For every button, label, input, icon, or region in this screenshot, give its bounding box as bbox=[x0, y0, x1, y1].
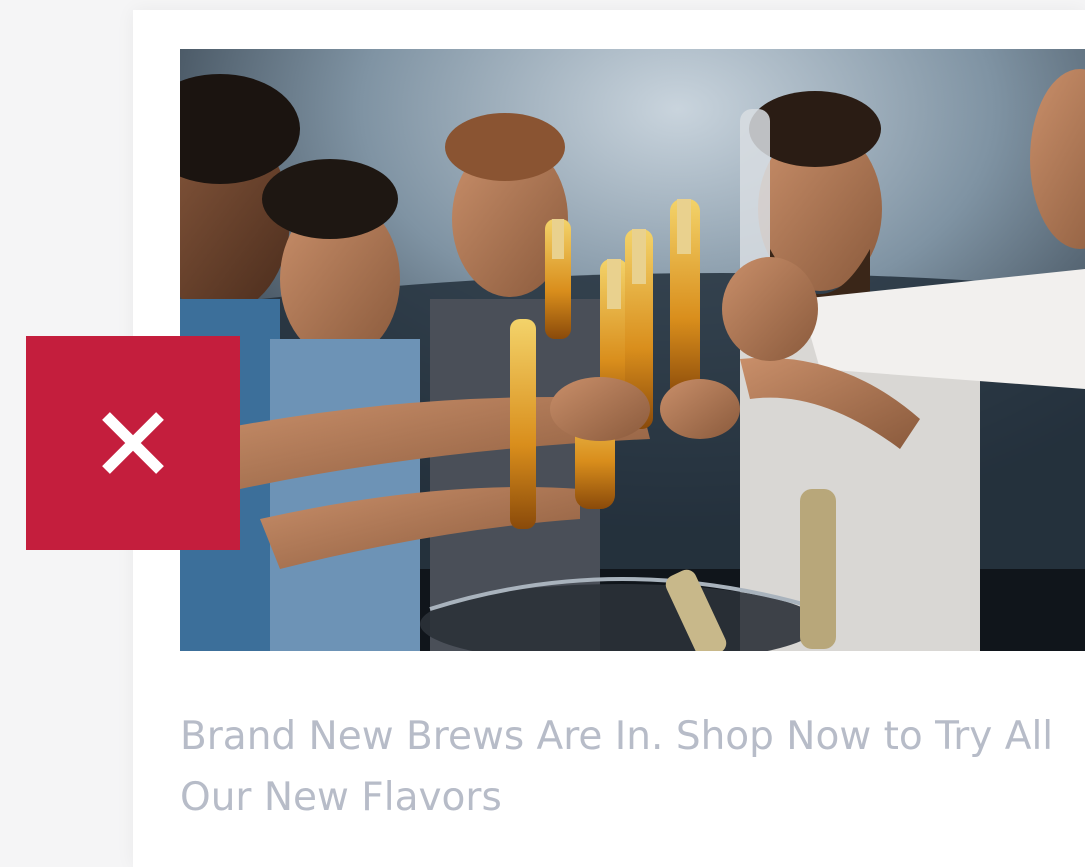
promo-image bbox=[180, 49, 1085, 651]
promo-headline: Brand New Brews Are In. Shop Now to Try … bbox=[180, 714, 1054, 820]
close-button[interactable] bbox=[26, 336, 240, 550]
promo-page: Brand New Brews Are In. Shop Now to Try … bbox=[0, 0, 1085, 867]
close-icon bbox=[102, 412, 164, 474]
